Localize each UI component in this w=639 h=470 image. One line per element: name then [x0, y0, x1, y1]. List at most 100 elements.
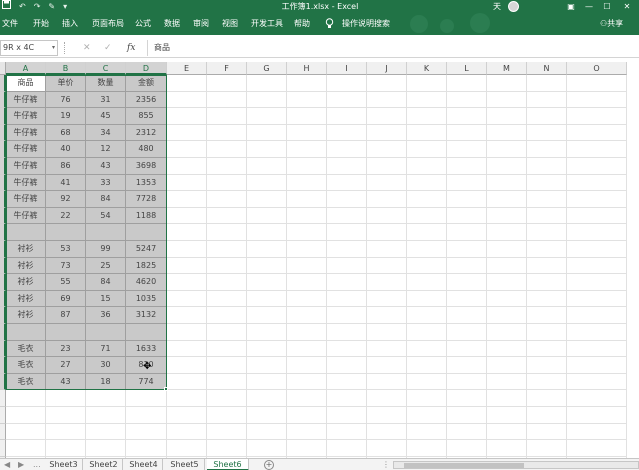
empty-cell[interactable] [447, 75, 487, 92]
table-cell[interactable]: 衬衫 [6, 241, 46, 258]
empty-cell[interactable] [487, 440, 527, 457]
empty-cell[interactable] [126, 423, 167, 441]
table-cell[interactable]: 86 [46, 158, 86, 175]
empty-cell[interactable] [487, 357, 527, 374]
empty-cell[interactable] [207, 423, 247, 441]
empty-cell[interactable] [487, 141, 527, 158]
empty-cell[interactable] [407, 257, 447, 275]
format-painter-icon[interactable]: ✎ [48, 0, 55, 13]
table-cell[interactable]: 毛衣 [6, 357, 46, 374]
table-cell[interactable]: 30 [86, 357, 126, 374]
empty-cell[interactable] [247, 440, 287, 457]
empty-cell[interactable] [367, 174, 407, 192]
empty-cell[interactable] [367, 324, 407, 341]
empty-cell[interactable] [527, 75, 567, 92]
empty-cell[interactable] [407, 407, 447, 424]
table-cell[interactable]: 99 [86, 241, 126, 258]
empty-cell[interactable] [247, 307, 287, 324]
empty-cell[interactable] [447, 340, 487, 358]
empty-cell[interactable] [287, 91, 327, 109]
empty-cell[interactable] [407, 290, 447, 308]
empty-cell[interactable] [367, 257, 407, 275]
empty-cell[interactable] [287, 407, 327, 424]
empty-cell[interactable] [367, 307, 407, 324]
empty-cell[interactable] [247, 207, 287, 225]
empty-cell[interactable] [407, 274, 447, 291]
table-cell[interactable]: 3132 [126, 307, 167, 324]
empty-cell[interactable] [327, 158, 367, 175]
empty-cell[interactable] [167, 158, 207, 175]
table-cell[interactable]: 43 [46, 373, 86, 391]
empty-cell[interactable] [487, 174, 527, 192]
empty-cell[interactable] [207, 174, 247, 192]
column-header-b[interactable]: B [46, 62, 86, 75]
empty-cell[interactable] [247, 407, 287, 424]
empty-cell[interactable] [567, 224, 627, 241]
empty-cell[interactable] [487, 340, 527, 358]
empty-cell[interactable] [367, 423, 407, 441]
empty-cell[interactable] [207, 75, 247, 92]
empty-cell[interactable] [487, 373, 527, 391]
empty-cell[interactable] [407, 440, 447, 457]
ribbon-display-icon[interactable]: ▣ [562, 0, 580, 13]
empty-cell[interactable] [527, 174, 567, 192]
empty-cell[interactable] [567, 124, 627, 142]
empty-cell[interactable] [167, 257, 207, 275]
empty-cell[interactable] [407, 75, 447, 92]
tell-me-search[interactable]: 操作说明搜索 [342, 13, 390, 35]
customize-qat-icon[interactable]: ▾ [63, 0, 67, 13]
column-header-d[interactable]: D [126, 62, 167, 75]
tab-sheet5[interactable]: Sheet5 [165, 459, 205, 470]
empty-cell[interactable] [567, 390, 627, 407]
empty-cell[interactable] [367, 75, 407, 92]
empty-cell[interactable] [167, 390, 207, 407]
empty-cell[interactable] [327, 141, 367, 158]
empty-cell[interactable] [527, 108, 567, 125]
empty-cell[interactable] [527, 224, 567, 241]
empty-cell[interactable] [527, 241, 567, 258]
empty-cell[interactable] [327, 241, 367, 258]
table-cell[interactable]: 87 [46, 307, 86, 324]
empty-cell[interactable] [207, 108, 247, 125]
empty-cell[interactable] [527, 357, 567, 374]
table-cell[interactable]: 牛仔裤 [6, 91, 46, 109]
empty-cell[interactable] [487, 390, 527, 407]
empty-cell[interactable] [207, 290, 247, 308]
empty-cell[interactable] [167, 75, 207, 92]
empty-cell[interactable] [567, 191, 627, 208]
empty-cell[interactable] [367, 191, 407, 208]
table-cell[interactable]: 牛仔裤 [6, 207, 46, 225]
empty-cell[interactable] [567, 373, 627, 391]
empty-cell[interactable] [126, 407, 167, 424]
table-header-cell[interactable]: 商品 [6, 75, 46, 92]
sheet-nav-more[interactable]: ... [33, 459, 41, 470]
table-cell[interactable]: 18 [86, 373, 126, 391]
table-cell[interactable]: 毛衣 [6, 340, 46, 358]
empty-cell[interactable] [487, 75, 527, 92]
table-cell[interactable]: 19 [46, 108, 86, 125]
empty-cell[interactable] [567, 207, 627, 225]
share-button[interactable]: ⚇共享 [600, 13, 623, 35]
empty-cell[interactable] [527, 257, 567, 275]
table-cell[interactable]: 33 [86, 174, 126, 192]
horizontal-scrollbar[interactable] [393, 461, 639, 469]
empty-cell[interactable] [567, 274, 627, 291]
table-cell[interactable] [126, 224, 167, 241]
empty-cell[interactable] [367, 158, 407, 175]
empty-cell[interactable] [207, 207, 247, 225]
table-cell[interactable]: 牛仔裤 [6, 174, 46, 192]
empty-cell[interactable] [287, 340, 327, 358]
empty-cell[interactable] [46, 407, 86, 424]
empty-cell[interactable] [407, 423, 447, 441]
table-cell[interactable]: 36 [86, 307, 126, 324]
empty-cell[interactable] [207, 141, 247, 158]
empty-cell[interactable] [327, 124, 367, 142]
table-cell[interactable]: 牛仔裤 [6, 191, 46, 208]
empty-cell[interactable] [207, 324, 247, 341]
empty-cell[interactable] [527, 141, 567, 158]
tab-page-layout[interactable]: 页面布局 [92, 13, 124, 35]
tab-data[interactable]: 数据 [164, 13, 180, 35]
empty-cell[interactable] [567, 257, 627, 275]
empty-cell[interactable] [367, 108, 407, 125]
empty-cell[interactable] [287, 390, 327, 407]
